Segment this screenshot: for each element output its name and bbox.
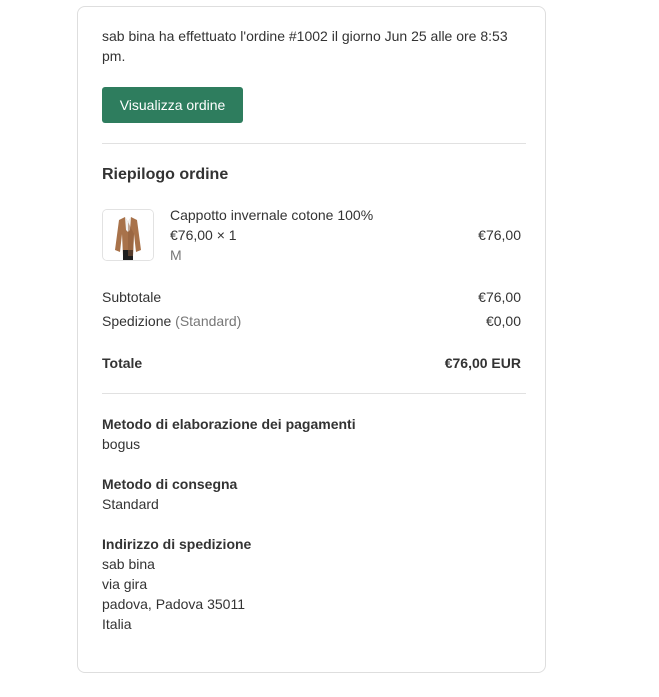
view-order-button[interactable]: Visualizza ordine xyxy=(102,87,243,123)
divider xyxy=(102,393,526,394)
product-variant: M xyxy=(170,247,182,263)
shipping-method: (Standard) xyxy=(175,313,242,329)
divider xyxy=(102,143,526,144)
delivery-method-heading: Metodo di consegna xyxy=(102,476,238,492)
shipping-label: Spedizione xyxy=(102,313,172,329)
order-notification-card: sab bina ha effettuato l'ordine #1002 il… xyxy=(77,6,546,673)
payment-method-value: bogus xyxy=(102,436,141,452)
address-line: via gira xyxy=(102,576,148,592)
product-line-price: €76,00 xyxy=(478,227,521,243)
product-thumbnail xyxy=(102,209,154,261)
order-intro-text: sab bina ha effettuato l'ordine #1002 il… xyxy=(102,28,508,64)
payment-method-heading: Metodo di elaborazione dei pagamenti xyxy=(102,416,356,432)
address-line: Italia xyxy=(102,616,132,632)
subtotal-value: €76,00 xyxy=(478,289,521,305)
total-value: €76,00 EUR xyxy=(444,355,521,371)
shipping-row: Spedizione (Standard) xyxy=(102,311,241,331)
address-line: sab bina xyxy=(102,556,155,572)
total-label: Totale xyxy=(102,355,143,371)
shipping-value: €0,00 xyxy=(485,313,521,329)
subtotal-label: Subtotale xyxy=(102,289,162,305)
product-price-quantity: €76,00 × 1 xyxy=(170,227,237,243)
shipping-address-heading: Indirizzo di spedizione xyxy=(102,536,252,552)
delivery-method-value: Standard xyxy=(102,496,159,512)
address-line: padova, Padova 35011 xyxy=(102,596,245,612)
product-title: Cappotto invernale cotone 100% xyxy=(170,207,374,223)
coat-product-image xyxy=(103,210,153,260)
order-summary-title: Riepilogo ordine xyxy=(102,166,229,183)
